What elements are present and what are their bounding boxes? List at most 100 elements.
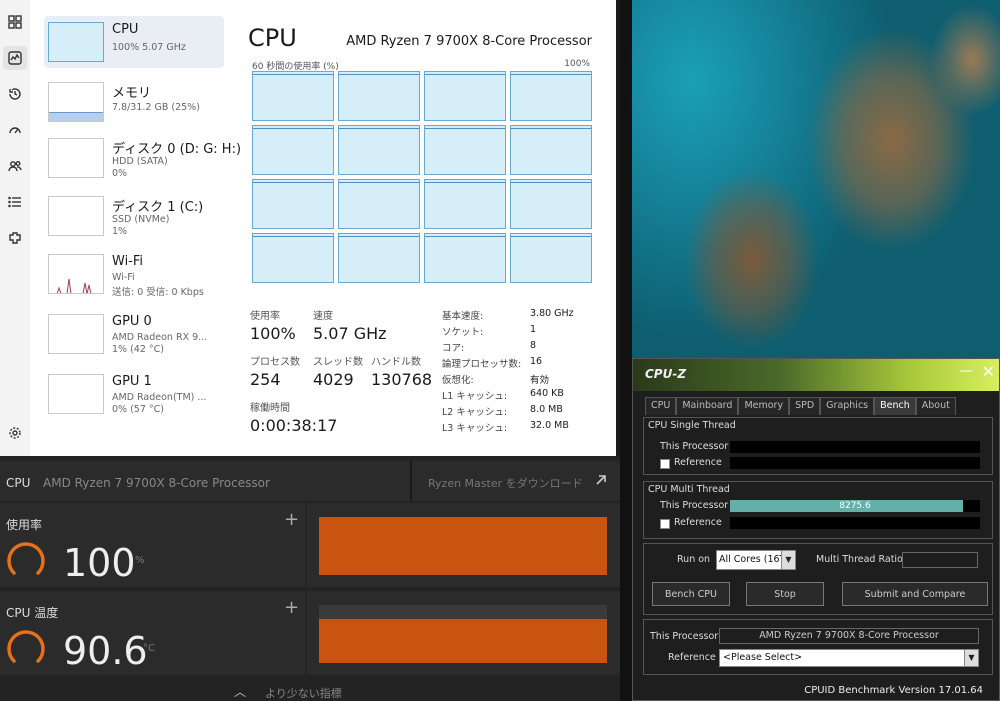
single-reference-bar xyxy=(730,457,980,469)
spec-key: 基本速度: xyxy=(442,311,484,322)
core-graph xyxy=(424,179,506,229)
usage-metric-row: 使用率 + 100 % xyxy=(0,503,620,587)
core-graph xyxy=(338,179,420,229)
gpu1-thumbnail xyxy=(48,374,104,414)
history-icon[interactable] xyxy=(3,82,27,106)
threads-value: 4029 xyxy=(313,370,354,389)
device-gpu-0[interactable]: GPU 0 AMD Radeon RX 9... 1% (42 °C) xyxy=(44,308,224,360)
cpu-thumbnail xyxy=(48,22,104,62)
spec-value: 3.80 GHz xyxy=(530,308,574,319)
single-reference-checkbox[interactable] xyxy=(660,459,670,469)
reference-select[interactable]: <Please Select> ▼ xyxy=(719,649,979,667)
details-icon[interactable] xyxy=(3,190,27,214)
device-usage: 送信: 0 受信: 0 Kbps xyxy=(112,287,204,298)
core-graph xyxy=(424,125,506,175)
page-title: CPU xyxy=(248,24,297,52)
spec-key: L3 キャッシュ: xyxy=(442,423,508,434)
usage-metric: 使用率 + 100 % xyxy=(0,503,305,587)
device-detail: 100% 5.07 GHz xyxy=(112,42,186,53)
ryzen-master-panel: CPU AMD Ryzen 7 9700X 8-Core Processor R… xyxy=(0,456,620,701)
device-usage: 0% xyxy=(112,168,128,179)
cpuz-tabs: CPU Mainboard Memory SPD Graphics Bench … xyxy=(645,397,956,415)
disk1-thumbnail xyxy=(48,196,104,236)
multi-thread-group: CPU Multi Thread This Processor 8275.6 R… xyxy=(643,481,993,539)
run-on-select[interactable]: All Cores (16T ▼ xyxy=(716,550,796,570)
desktop-wallpaper xyxy=(632,0,1000,358)
tab-graphics[interactable]: Graphics xyxy=(820,397,875,415)
memory-thumbnail xyxy=(48,82,104,122)
close-icon[interactable]: ✕ xyxy=(982,362,995,381)
tab-mainboard[interactable]: Mainboard xyxy=(676,397,739,415)
run-on-label: Run on xyxy=(677,554,711,565)
processor-label: This Processor xyxy=(650,631,719,642)
core-graph xyxy=(510,233,592,283)
temp-gauge-icon xyxy=(7,630,45,663)
device-gpu-1[interactable]: GPU 1 AMD Radeon(TM) ... 0% (57 °C) xyxy=(44,368,224,420)
cpuz-title: CPU-Z xyxy=(645,367,687,381)
add-metric-icon[interactable]: + xyxy=(284,509,299,530)
rm-cpu-label: CPU xyxy=(6,476,31,490)
add-metric-icon[interactable]: + xyxy=(284,597,299,618)
performance-icon[interactable] xyxy=(3,46,27,70)
bench-cpu-button[interactable]: Bench CPU xyxy=(652,582,730,606)
show-fewer-metrics-button[interactable]: ︿ より少ない指標 xyxy=(0,679,620,701)
processes-icon[interactable] xyxy=(3,10,27,34)
tab-memory[interactable]: Memory xyxy=(738,397,790,415)
device-memory[interactable]: メモリ 7.8/31.2 GB (25%) xyxy=(44,76,224,128)
cpuz-window: CPU-Z — ✕ CPU Mainboard Memory SPD Graph… xyxy=(632,358,1000,701)
wifi-thumbnail xyxy=(48,254,104,294)
cpuz-version: CPUID Benchmark Version 17.01.64 xyxy=(804,685,983,696)
tab-cpu[interactable]: CPU xyxy=(645,397,677,415)
spec-key: コア: xyxy=(442,343,465,354)
device-list: CPU 100% 5.07 GHz メモリ 7.8/31.2 GB (25%) … xyxy=(40,14,241,454)
temp-metric-row: CPU 温度 + 90.6 °C xyxy=(0,591,620,675)
usage-bar xyxy=(319,517,607,575)
device-name: GPU 1 xyxy=(112,374,152,389)
spec-key: 仮想化: xyxy=(442,375,474,386)
core-graph xyxy=(338,233,420,283)
multi-reference-checkbox[interactable] xyxy=(660,519,670,529)
single-thread-title: CPU Single Thread xyxy=(648,420,736,431)
window-divider xyxy=(620,0,632,701)
multi-reference-label: Reference xyxy=(674,517,722,528)
device-detail: HDD (SATA) xyxy=(112,156,168,167)
spec-value: 1 xyxy=(530,324,537,335)
stop-button[interactable]: Stop xyxy=(746,582,824,606)
settings-icon[interactable] xyxy=(3,421,27,445)
device-wifi[interactable]: Wi-Fi Wi-Fi 送信: 0 受信: 0 Kbps xyxy=(44,248,224,300)
device-disk-1[interactable]: ディスク 1 (C:) SSD (NVMe) 1% xyxy=(44,190,224,242)
core-graph xyxy=(510,71,592,121)
spec-value: 640 KB xyxy=(530,388,564,399)
startup-icon[interactable] xyxy=(3,118,27,142)
tab-spd[interactable]: SPD xyxy=(789,397,821,415)
cpuz-titlebar[interactable]: CPU-Z — ✕ xyxy=(633,359,999,391)
tab-about[interactable]: About xyxy=(915,397,956,415)
minimize-icon[interactable]: — xyxy=(959,363,973,379)
core-graph xyxy=(252,71,334,121)
device-detail: Wi-Fi xyxy=(112,272,135,283)
users-icon[interactable] xyxy=(3,154,27,178)
show-fewer-label: より少ない指標 xyxy=(265,687,342,700)
processes-value: 254 xyxy=(250,370,281,389)
device-disk-0[interactable]: ディスク 0 (D: G: H:) HDD (SATA) 0% xyxy=(44,132,241,184)
processes-label: プロセス数 xyxy=(250,357,300,368)
tab-bench[interactable]: Bench xyxy=(874,397,916,415)
device-cpu[interactable]: CPU 100% 5.07 GHz xyxy=(44,16,224,68)
submit-compare-button[interactable]: Submit and Compare xyxy=(842,582,988,606)
device-name: ディスク 1 (C:) xyxy=(112,200,204,215)
single-this-processor-bar xyxy=(730,441,980,453)
task-manager-window: CPU 100% 5.07 GHz メモリ 7.8/31.2 GB (25%) … xyxy=(0,0,616,456)
multi-this-processor-bar: 8275.6 xyxy=(730,500,980,512)
device-detail: SSD (NVMe) xyxy=(112,214,170,225)
usage-label: 使用率 xyxy=(250,311,280,322)
download-ryzen-master-button[interactable]: Ryzen Master をダウンロード xyxy=(410,461,620,501)
core-graph xyxy=(424,233,506,283)
core-graph xyxy=(252,233,334,283)
core-graph xyxy=(338,125,420,175)
temp-label: CPU 温度 xyxy=(6,606,59,620)
spec-key: ソケット: xyxy=(442,327,484,338)
run-on-value: All Cores (16T xyxy=(719,554,786,565)
speed-value: 5.07 GHz xyxy=(313,324,387,343)
single-reference-label: Reference xyxy=(674,457,722,468)
services-icon[interactable] xyxy=(3,226,27,250)
